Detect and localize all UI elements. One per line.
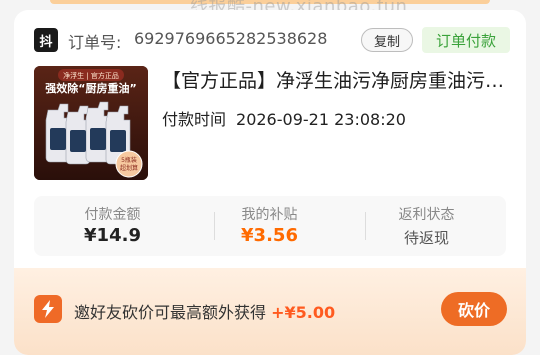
svg-text:超划算: 超划算 bbox=[120, 164, 138, 172]
copy-button[interactable]: 复制 bbox=[361, 28, 413, 52]
bargain-promo-bar: 邀好友砍价可最高额外获得 +¥5.00 砍价 bbox=[14, 268, 526, 355]
product-image[interactable]: 净浮生 | 官方正品 强效除“厨房重油” 5瓶装 超划算 bbox=[34, 66, 148, 180]
order-number-label: 订单号: bbox=[68, 33, 122, 52]
payment-time-value: 2026-09-21 23:08:20 bbox=[236, 110, 406, 129]
order-card[interactable]: 抖 订单号: 6929769665282538628 复制 订单付款 净浮生 |… bbox=[14, 10, 526, 355]
order-header: 抖 订单号: 6929769665282538628 复制 订单付款 bbox=[34, 26, 512, 54]
stats-panel: 付款金额 ¥14.9 我的补贴 ¥3.56 返利状态 待返现 bbox=[34, 196, 506, 256]
svg-text:净浮生 | 官方正品: 净浮生 | 官方正品 bbox=[63, 71, 119, 80]
subsidy-label: 我的补贴 bbox=[241, 207, 298, 223]
payment-time: 付款时间 2026-09-21 23:08:20 bbox=[162, 106, 406, 130]
subsidy-value: ¥3.56 bbox=[241, 225, 298, 246]
payment-time-label: 付款时间 bbox=[162, 110, 227, 129]
paid-amount-value: ¥14.9 bbox=[84, 225, 141, 246]
platform-icon: 抖 bbox=[34, 28, 58, 52]
promo-message: 邀好友砍价可最高额外获得 bbox=[74, 303, 267, 322]
promo-text: 邀好友砍价可最高额外获得 +¥5.00 bbox=[74, 299, 335, 323]
promo-amount: +¥5.00 bbox=[271, 303, 336, 322]
rebate-status-label: 返利状态 bbox=[398, 207, 455, 223]
product-title[interactable]: 【官方正品】净浮生油污净厨房重油污清洁剂 bbox=[162, 66, 514, 93]
paid-amount-stat: 付款金额 ¥14.9 bbox=[34, 196, 191, 256]
product-photo-icon: 净浮生 | 官方正品 强效除“厨房重油” 5瓶装 超划算 bbox=[34, 66, 148, 180]
lightning-icon bbox=[34, 295, 62, 323]
svg-text:强效除“厨房重油”: 强效除“厨房重油” bbox=[45, 81, 136, 95]
rebate-status-stat: 返利状态 待返现 bbox=[348, 196, 505, 256]
order-status-badge: 订单付款 bbox=[422, 27, 510, 53]
paid-amount-label: 付款金额 bbox=[84, 207, 141, 223]
subsidy-stat: 我的补贴 ¥3.56 bbox=[191, 196, 348, 256]
order-number: 6929769665282538628 bbox=[134, 29, 328, 48]
rebate-status-value: 待返现 bbox=[403, 229, 449, 247]
svg-text:5瓶装: 5瓶装 bbox=[121, 156, 137, 164]
bargain-button[interactable]: 砍价 bbox=[441, 292, 507, 326]
